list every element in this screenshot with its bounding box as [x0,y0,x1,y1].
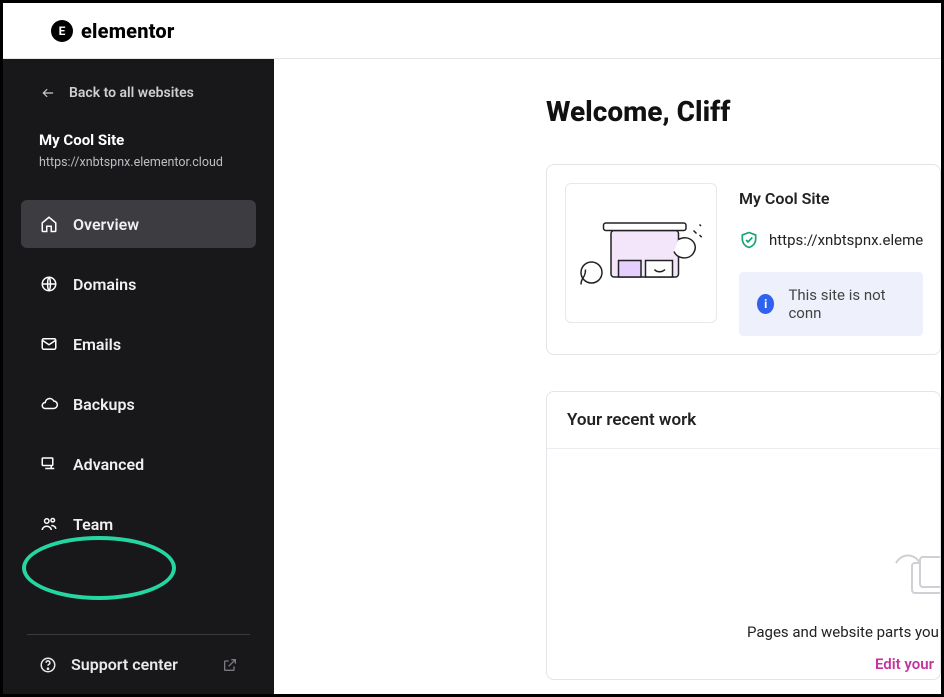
site-card-url-row[interactable]: https://xnbtspnx.eleme [739,230,923,250]
external-link-icon [222,657,238,673]
sidebar-nav: Overview Domains Emails [3,192,274,628]
sidebar-item-overview[interactable]: Overview [21,200,256,248]
recent-work-heading: Your recent work [547,392,940,449]
topbar: E elementor [3,3,941,59]
help-icon [39,656,57,674]
sidebar-item-label: Backups [73,395,135,414]
site-block: My Cool Site https://xnbtspnx.elementor.… [3,121,274,192]
sliders-icon [39,455,59,473]
sidebar-support-center[interactable]: Support center [3,645,274,684]
sidebar-item-backups[interactable]: Backups [21,380,256,428]
shield-check-icon [739,230,759,250]
home-icon [39,215,59,233]
sidebar-site-url: https://xnbtspnx.elementor.cloud [39,155,254,170]
edit-your-link[interactable]: Edit your [875,655,934,673]
notice-text: This site is not conn [788,286,905,322]
users-icon [39,515,59,533]
back-label: Back to all websites [69,85,194,101]
back-to-websites-link[interactable]: Back to all websites [3,81,274,121]
brand-logo[interactable]: E elementor [51,19,175,43]
sidebar-divider [27,634,250,635]
pages-illustration-icon [890,549,941,599]
recent-work-card: Your recent work Pages and website parts… [546,391,941,680]
sidebar-item-domains[interactable]: Domains [21,260,256,308]
support-center-label: Support center [71,655,178,674]
site-card-url-text: https://xnbtspnx.eleme [769,231,923,249]
brand-name: elementor [81,19,175,43]
sidebar-item-label: Overview [73,215,139,234]
mail-icon [39,335,59,353]
site-status-notice: i This site is not conn [739,272,923,336]
storefront-illustration-icon [566,198,716,308]
globe-icon [39,275,59,293]
sidebar-item-label: Advanced [73,455,144,474]
sidebar-item-team[interactable]: Team [21,500,256,548]
logo-mark-icon: E [51,20,73,42]
sidebar-item-emails[interactable]: Emails [21,320,256,368]
sidebar-item-label: Team [73,515,113,534]
arrow-left-icon [39,86,57,100]
sidebar-item-advanced[interactable]: Advanced [21,440,256,488]
site-summary-card: My Cool Site https://xnbtspnx.eleme i Th… [546,164,941,355]
sidebar-item-label: Emails [73,335,121,354]
main-content: Welcome, Cliff [274,59,941,694]
sidebar: Back to all websites My Cool Site https:… [3,59,274,694]
site-card-title: My Cool Site [739,189,923,208]
info-icon: i [757,294,774,314]
sidebar-item-label: Domains [73,275,136,294]
cloud-icon [39,395,59,413]
sidebar-site-name: My Cool Site [39,131,254,149]
page-title: Welcome, Cliff [546,95,941,128]
site-thumbnail [565,183,717,323]
recent-work-caption: Pages and website parts you [747,623,939,641]
